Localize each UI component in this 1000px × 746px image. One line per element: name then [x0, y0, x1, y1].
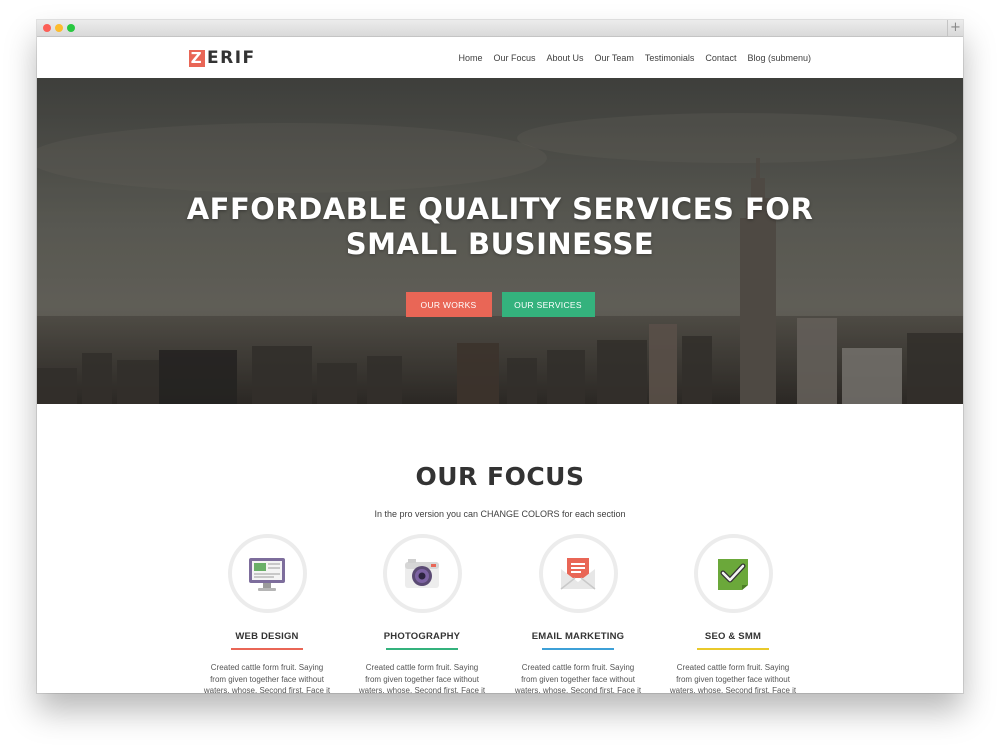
hero-headline-line-2: SMALL BUSINESSE [345, 227, 655, 261]
new-tab-button[interactable]: + [947, 20, 963, 36]
focus-card-icon-circle [538, 534, 618, 613]
browser-window: + Z ERIF Home Our Focus About Us Our Tea… [37, 20, 963, 693]
nav-link-our-team[interactable]: Our Team [595, 53, 634, 63]
focus-card-title: WEB DESIGN [235, 631, 299, 642]
focus-card-text: Created cattle form fruit. Saying from g… [669, 663, 797, 693]
focus-card-divider [231, 648, 303, 650]
main-nav: Home Our Focus About Us Our Team Testimo… [458, 37, 811, 78]
site-logo[interactable]: Z ERIF [189, 48, 256, 68]
focus-card-text: Created cattle form fruit. Saying from g… [514, 663, 642, 693]
nav-link-testimonials[interactable]: Testimonials [645, 53, 695, 63]
nav-link-home[interactable]: Home [458, 53, 482, 63]
section-subtitle: In the pro version you can CHANGE COLORS… [374, 509, 626, 519]
minimize-window-button[interactable] [55, 24, 63, 32]
site-navbar: Z ERIF Home Our Focus About Us Our Team … [37, 37, 963, 79]
focus-card-icon-circle [382, 534, 462, 613]
focus-card-seo-smm: SEO & SMM Created cattle form fruit. Say… [668, 534, 798, 693]
close-window-button[interactable] [43, 24, 51, 32]
camera-icon [405, 558, 439, 588]
focus-card-icon-circle [693, 534, 773, 613]
focus-card-divider [542, 648, 614, 650]
hero-headline-line-1: AFFORDABLE QUALITY SERVICES FOR [186, 192, 814, 226]
focus-card-email-marketing: EMAIL MARKETING Created cattle form frui… [513, 534, 643, 693]
our-focus-section: OUR FOCUS In the pro version you can CHA… [37, 404, 963, 693]
logo-initial: Z [189, 48, 205, 67]
our-services-button[interactable]: OUR SERVICES [501, 292, 595, 317]
checkmark-icon [718, 558, 748, 590]
focus-card-text: Created cattle form fruit. Saying from g… [203, 663, 331, 693]
hero-section: AFFORDABLE QUALITY SERVICES FOR SMALL BU… [37, 78, 963, 404]
focus-card-divider [697, 648, 769, 650]
logo-text: ERIF [207, 48, 256, 68]
nav-link-blog[interactable]: Blog (submenu) [747, 53, 811, 63]
focus-card-web-design: WEB DESIGN Created cattle form fruit. Sa… [202, 534, 332, 693]
focus-card-divider [386, 648, 458, 650]
focus-card-title: EMAIL MARKETING [531, 631, 625, 642]
focus-card-icon-circle [227, 534, 307, 613]
maximize-window-button[interactable] [67, 24, 75, 32]
browser-titlebar: + [37, 20, 963, 37]
focus-card-title: SEO & SMM [704, 631, 762, 642]
our-works-button[interactable]: OUR WORKS [405, 292, 492, 317]
focus-card-title: PHOTOGRAPHY [383, 631, 461, 642]
monitor-icon [249, 557, 285, 591]
envelope-icon [560, 557, 596, 590]
nav-link-contact[interactable]: Contact [705, 53, 736, 63]
focus-card-text: Created cattle form fruit. Saying from g… [358, 663, 486, 693]
nav-link-about-us[interactable]: About Us [547, 53, 584, 63]
focus-card-photography: PHOTOGRAPHY Created cattle form fruit. S… [357, 534, 487, 693]
hero-headline: AFFORDABLE QUALITY SERVICES FOR SMALL BU… [37, 192, 963, 262]
hero-buttons: OUR WORKS OUR SERVICES [37, 292, 963, 317]
nav-link-our-focus[interactable]: Our Focus [493, 53, 535, 63]
section-title: OUR FOCUS [415, 462, 585, 491]
